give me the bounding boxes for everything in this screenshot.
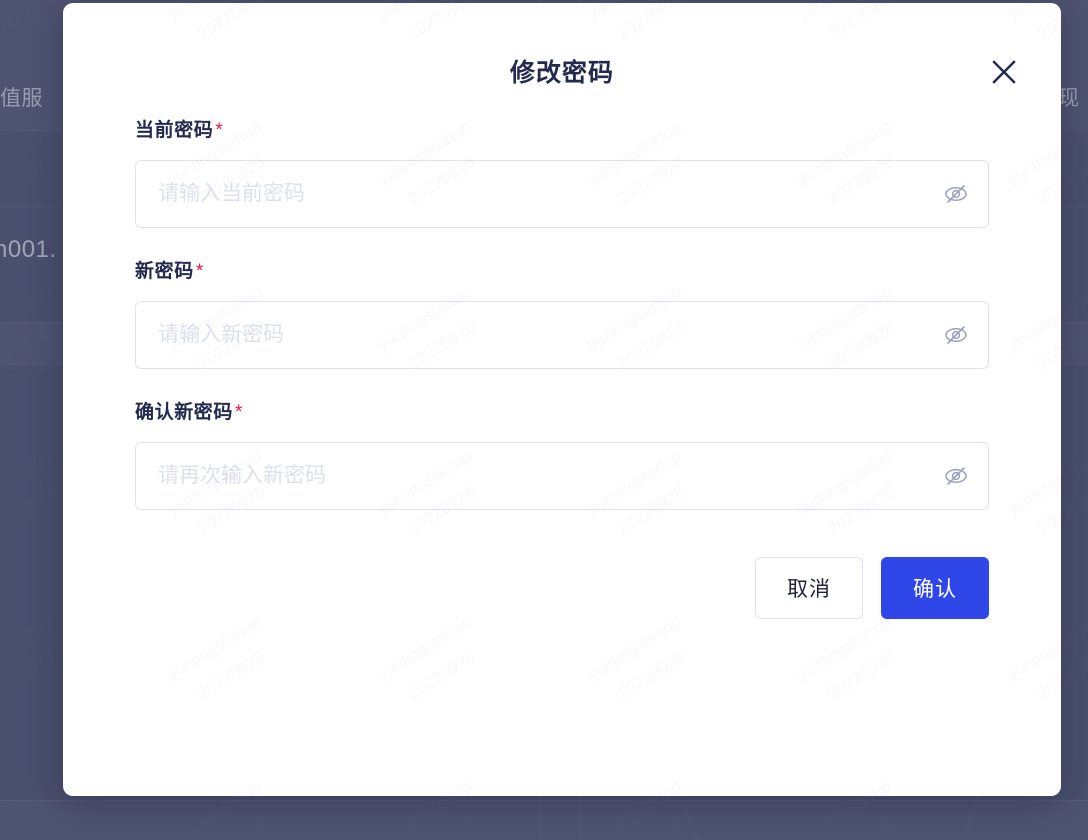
eye-off-icon xyxy=(943,463,969,489)
form-group-new-password: 新密码 * xyxy=(135,256,989,369)
label-text: 新密码 xyxy=(135,261,194,282)
current-password-input[interactable] xyxy=(135,160,989,228)
input-wrapper-current-password xyxy=(135,160,989,228)
confirm-button[interactable]: 确认 xyxy=(881,557,989,619)
cancel-button[interactable]: 取消 xyxy=(755,557,863,619)
required-asterisk: * xyxy=(235,402,244,423)
page-title: 修改密码 xyxy=(509,59,614,87)
input-wrapper-new-password xyxy=(135,301,989,369)
required-asterisk: * xyxy=(195,261,204,282)
label-text: 确认新密码 xyxy=(135,402,234,423)
dialog-body: 当前密码 * 请输入当前密码 新密码 * 请输入新密码 确认新密码 * 请再次输… xyxy=(63,115,1061,510)
toggle-confirm-new-password-visibility-button[interactable] xyxy=(939,459,973,493)
new-password-input[interactable] xyxy=(135,301,989,369)
close-icon xyxy=(991,59,1017,85)
close-button[interactable] xyxy=(987,55,1021,89)
eye-off-icon xyxy=(943,181,969,207)
toggle-new-password-visibility-button[interactable] xyxy=(939,318,973,352)
toggle-current-password-visibility-button[interactable] xyxy=(939,177,973,211)
field-label-current-password: 当前密码 * xyxy=(135,115,989,142)
dialog-footer: 取消 确认 xyxy=(63,510,1061,619)
dialog-header: 修改密码 xyxy=(63,3,1061,115)
modal-overlay[interactable]: 修改密码 当前密码 * 请输入当前密码 新密码 * 请输入新密码 确认新密码 *… xyxy=(0,0,1088,840)
label-text: 当前密码 xyxy=(135,120,214,141)
eye-off-icon xyxy=(943,322,969,348)
field-label-new-password: 新密码 * xyxy=(135,256,989,283)
confirm-new-password-input[interactable] xyxy=(135,442,989,510)
change-password-dialog: 修改密码 当前密码 * 请输入当前密码 新密码 * 请输入新密码 确认新密码 *… xyxy=(63,3,1061,796)
form-group-confirm-new-password: 确认新密码 * xyxy=(135,397,989,510)
form-group-current-password: 当前密码 * xyxy=(135,115,989,228)
field-label-confirm-new-password: 确认新密码 * xyxy=(135,397,989,424)
required-asterisk: * xyxy=(215,120,224,141)
input-wrapper-confirm-new-password xyxy=(135,442,989,510)
